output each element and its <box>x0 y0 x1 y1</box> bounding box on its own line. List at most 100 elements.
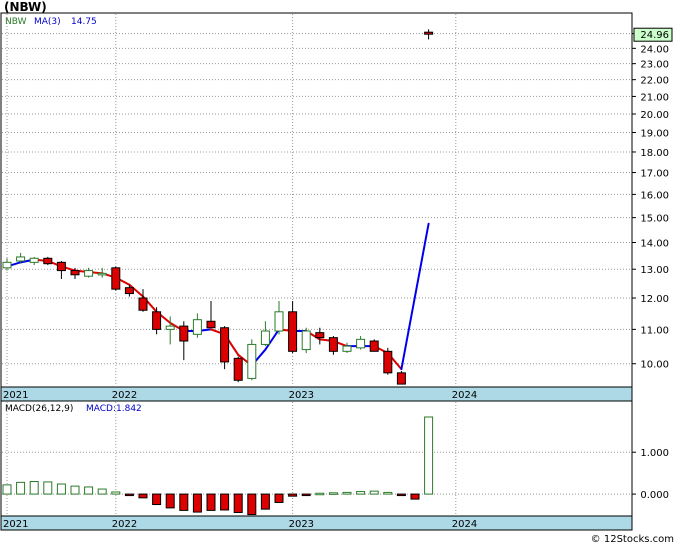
macd-bar <box>56 483 66 495</box>
macd-bar <box>247 493 257 516</box>
candlestick <box>369 339 379 352</box>
price-panel-frame <box>0 12 633 388</box>
price-y-tick-label: 14.00 <box>640 239 669 250</box>
macd-bar <box>328 492 338 495</box>
price-y-tick-label: 20.00 <box>640 110 669 121</box>
candle-body <box>152 311 162 330</box>
price-y-tick-label: 13.00 <box>640 265 669 276</box>
candle-body <box>43 257 53 265</box>
macd-bar <box>84 486 94 495</box>
price-y-axis: 10.00 11.00 12.00 13.00 14.00 15.00 16.00 17.00… <box>632 30 669 371</box>
macd-x-tick-label: 2022 <box>112 519 137 530</box>
candle-body <box>396 372 406 385</box>
macd-y-axis: 0.000 1.000 <box>632 448 669 501</box>
price-x-tick-label: 2021 <box>3 390 28 401</box>
candle-body <box>2 261 12 269</box>
macd-bar <box>192 493 202 513</box>
macd-bar <box>206 493 216 511</box>
price-y-tick-label: 24.00 <box>640 44 669 55</box>
macd-bar <box>97 488 107 495</box>
macd-bar <box>152 493 162 506</box>
macd-bar <box>43 481 53 495</box>
price-y-tick-label: 17.00 <box>640 169 669 180</box>
price-y-tick-label: 18.00 <box>640 148 669 159</box>
macd-bar <box>260 493 270 510</box>
candle-body <box>247 343 257 379</box>
last-price-label: 24.96 <box>633 27 673 42</box>
macd-bar <box>111 491 121 495</box>
macd-bar <box>70 485 80 495</box>
candle-body <box>301 330 311 351</box>
macd-y-tick-label: 1.000 <box>640 448 669 459</box>
macd-bar <box>342 491 352 495</box>
price-y-tick-label: 10.00 <box>640 360 669 371</box>
macd-bar <box>233 493 243 513</box>
price-y-tick-label: 22.00 <box>640 76 669 87</box>
macd-legend-macd-value: 1.842 <box>116 404 142 414</box>
macd-x-tick-label: 2021 <box>3 519 28 530</box>
watermark: © 12Stocks.com <box>590 534 674 545</box>
candle-body <box>138 297 148 311</box>
macd-y-tick-label: 0.000 <box>640 490 669 501</box>
macd-x-axis-band <box>0 515 633 531</box>
price-y-tick-label: 19.00 <box>640 128 669 139</box>
candle-body <box>70 270 80 276</box>
macd-x-tick-label: 2024 <box>452 519 477 530</box>
price-y-tick-label: 21.00 <box>640 92 669 103</box>
last-price-text: 24.96 <box>640 30 669 41</box>
price-y-tick-label: 11.00 <box>640 325 669 336</box>
legend-ma-label: MA(3) <box>34 17 61 27</box>
candle-body <box>233 357 243 381</box>
price-y-tick-label: 12.00 <box>640 294 669 305</box>
candle-body <box>206 320 216 329</box>
macd-bar <box>220 493 230 511</box>
macd-bar <box>356 491 366 495</box>
macd-legend-label: MACD(26,12,9) <box>5 404 73 414</box>
macd-bar <box>424 416 434 495</box>
macd-bar <box>138 493 148 499</box>
candle-body <box>260 330 270 345</box>
candle-body <box>16 256 26 262</box>
macd-bar <box>179 493 189 511</box>
price-x-tick-label: 2023 <box>289 390 314 401</box>
candle-body <box>97 272 107 276</box>
macd-x-tick-label: 2023 <box>289 519 314 530</box>
price-y-tick-label: 15.00 <box>640 214 669 225</box>
candle-body <box>288 311 298 352</box>
macd-panel-frame <box>0 400 633 517</box>
candlestick <box>233 356 243 383</box>
candle-body <box>328 337 338 352</box>
candle-body <box>124 287 134 295</box>
macd-bar <box>16 481 26 495</box>
candle-body <box>369 340 379 352</box>
macd-bar <box>165 493 175 509</box>
price-x-tick-label: 2022 <box>112 390 137 401</box>
macd-bar <box>315 492 325 496</box>
candle-body <box>315 332 325 339</box>
macd-bar <box>396 493 406 497</box>
macd-bar <box>410 493 420 500</box>
candle-body <box>220 327 230 363</box>
legend-ma-value: 14.75 <box>71 17 97 27</box>
candle-body <box>192 319 202 335</box>
price-x-tick-label: 2024 <box>452 390 477 401</box>
price-y-tick-label: 23.00 <box>640 60 669 71</box>
legend-symbol: NBW <box>5 17 27 27</box>
macd-legend-macd-label: MACD: <box>86 404 116 414</box>
candlestick <box>247 339 257 381</box>
price-panel: 10.00 11.00 12.00 13.00 14.00 15.00 16.00 17.00… <box>0 12 673 388</box>
macd-bar <box>369 490 379 495</box>
macd-bar <box>383 491 393 495</box>
candlestick <box>301 327 311 354</box>
candlestick <box>396 370 406 385</box>
candle-body <box>84 270 94 277</box>
candlestick <box>43 256 53 266</box>
macd-bar <box>274 493 284 503</box>
macd-bar <box>288 493 298 497</box>
price-x-axis-band <box>0 386 633 402</box>
chart-canvas: 10.00 11.00 12.00 13.00 14.00 15.00 16.00 17.00… <box>0 12 673 531</box>
candle-body <box>165 325 175 330</box>
price-y-tick-label: 16.00 <box>640 190 669 201</box>
candle-body <box>274 311 284 332</box>
candle-body <box>111 267 121 290</box>
